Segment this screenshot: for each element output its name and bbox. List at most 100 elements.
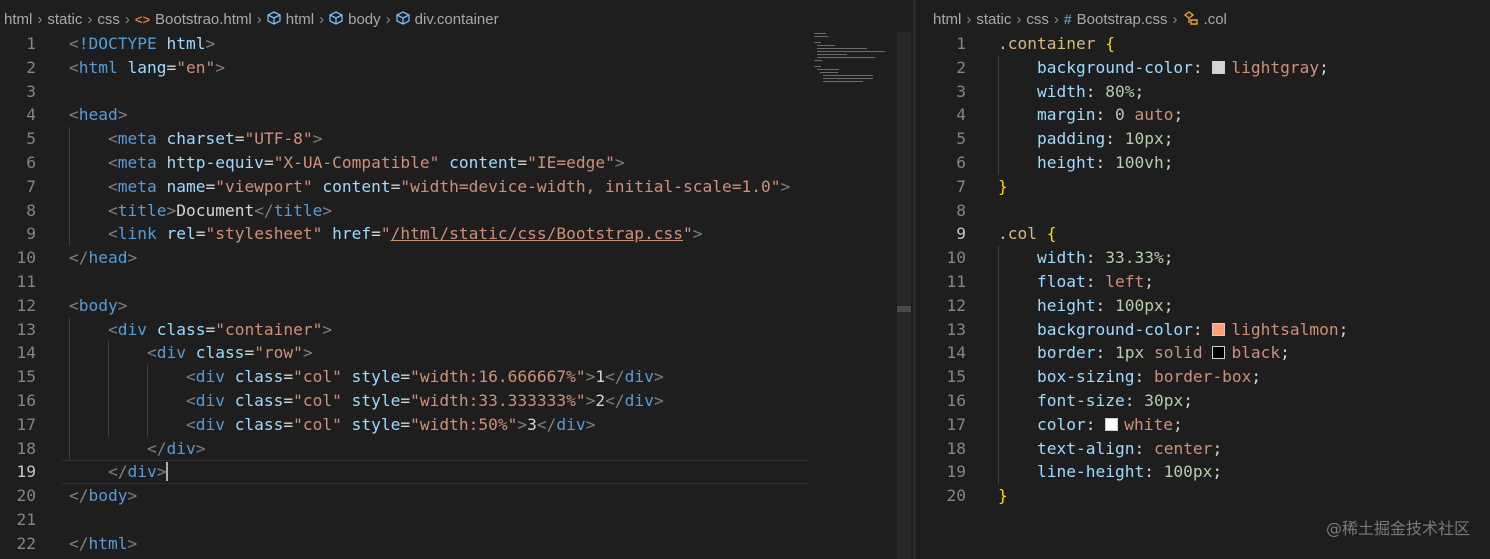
code-line[interactable]: 13 background-color: lightsalmon; [916, 318, 1490, 342]
css-code-editor[interactable]: 1 .container {2 background-color: lightgr… [916, 32, 1490, 559]
code-line[interactable]: 1 <!DOCTYPE html> [0, 32, 913, 56]
breadcrumb-label: div.container [414, 10, 499, 28]
code-line[interactable]: 4 <head> [0, 103, 913, 127]
code-line[interactable]: 11 [0, 270, 913, 294]
code-line[interactable]: 12 <body> [0, 294, 913, 318]
code-token: < [107, 129, 118, 149]
code-line[interactable]: 16 <div class="col" style="width:33.3333… [0, 389, 913, 413]
html-editor-pane[interactable]: html › static › css › <> Bootstrao.html › html › bo… [0, 0, 913, 559]
code-line[interactable]: 18 text-align: center; [916, 437, 1490, 461]
color-swatch[interactable] [1212, 346, 1226, 360]
code-line[interactable]: 8 [916, 199, 1490, 223]
code-line[interactable]: 6 <meta http-equiv="X-UA-Compatible" con… [0, 151, 913, 175]
css-breadcrumb-item[interactable]: # Bootstrap.css [1064, 11, 1168, 28]
html-code-editor[interactable]: 1 <!DOCTYPE html> 2 <html lang="en"> 3 4 <head… [0, 32, 913, 559]
code-token: meta [117, 153, 167, 172]
code-token: ; [1183, 391, 1193, 410]
code-line[interactable]: 10 </head> [0, 246, 913, 270]
code-line[interactable]: 15 box-sizing: border-box; [916, 365, 1490, 389]
line-number: 13 [16, 319, 37, 339]
line-number: 3 [26, 81, 36, 101]
code-line[interactable]: 21 [0, 508, 913, 532]
html-breadcrumb-item[interactable]: html [267, 11, 314, 28]
code-token: lightsalmon [1231, 319, 1339, 339]
breadcrumb-label: Bootstrap.css [1076, 10, 1168, 28]
css-editor-pane[interactable]: html › static › css › # Bootstrap.css › .col 1 .co… [916, 0, 1490, 559]
code-token: = [371, 224, 381, 244]
code-line[interactable]: 5 padding: 10px; [916, 127, 1490, 151]
code-token: </ [536, 414, 557, 434]
code-line[interactable]: 19 line-height: 100px; [916, 460, 1490, 484]
code-line[interactable]: 5 <meta charset="UTF-8"> [0, 127, 913, 151]
code-token: : [1085, 248, 1106, 268]
code-line[interactable]: 18 </div> [0, 437, 913, 461]
html-breadcrumb-item[interactable]: <> Bootstrao.html [135, 11, 252, 28]
code-line[interactable]: 15 <div class="col" style="width:16.6666… [0, 365, 913, 389]
code-token: background-color [1036, 57, 1193, 77]
code-token: html [78, 57, 128, 77]
code-token: < [107, 200, 118, 220]
code-token: } [998, 176, 1008, 196]
vertical-scrollbar[interactable] [897, 32, 911, 559]
css-breadcrumb-item[interactable]: .col [1183, 11, 1227, 28]
color-swatch[interactable] [1212, 322, 1226, 336]
code-line[interactable]: 12 height: 100px; [916, 294, 1490, 318]
code-token: style [351, 414, 401, 434]
code-line[interactable]: 3 [0, 80, 913, 104]
code-line[interactable]: 20} [916, 484, 1490, 508]
code-line[interactable]: 3 width: 80%; [916, 80, 1490, 104]
breadcrumb-label: html [4, 10, 33, 28]
code-line[interactable]: 9 .col { [916, 222, 1490, 246]
html-breadcrumb-item[interactable]: static [47, 11, 82, 28]
minimap[interactable] [814, 33, 885, 83]
code-line[interactable]: 8 <title>Document</title> [0, 199, 913, 223]
code-line[interactable]: 19 </div> [0, 460, 913, 485]
code-line[interactable]: 6 height: 100vh; [916, 151, 1490, 175]
html-breadcrumb-item[interactable]: html [4, 11, 32, 28]
scrollbar-thumb[interactable] [897, 306, 911, 312]
code-token: > [692, 224, 703, 244]
color-swatch[interactable] [1212, 60, 1226, 74]
code-line[interactable]: 2 <html lang="en"> [0, 56, 913, 80]
code-line[interactable]: 16 font-size: 30px; [916, 389, 1490, 413]
code-line[interactable]: 14 <div class="row"> [0, 341, 913, 365]
code-line[interactable]: 20 </body> [0, 484, 913, 508]
code-token: > [312, 129, 323, 149]
code-line[interactable]: 11 float: left; [916, 270, 1490, 294]
code-line[interactable]: 22 </html> [0, 532, 913, 556]
code-token: body [78, 295, 118, 315]
code-line[interactable]: 9 <link rel="stylesheet" href="/html/sta… [0, 222, 913, 246]
code-line[interactable]: 2 background-color: lightgray; [916, 56, 1490, 80]
css-breadcrumb-item[interactable]: css [1026, 11, 1049, 28]
code-line[interactable]: 1 .container { [916, 32, 1490, 56]
code-line[interactable]: 13 <div class="container"> [0, 318, 913, 342]
code-token: "viewport" [215, 176, 323, 196]
code-line[interactable]: 7} [916, 175, 1490, 199]
line-number: 10 [946, 248, 967, 268]
css-breadcrumb-item[interactable]: html [933, 11, 961, 28]
css-breadcrumb-item[interactable]: static [976, 11, 1011, 28]
code-token: line-height [1036, 462, 1145, 482]
line-number: 7 [956, 176, 966, 196]
code-line[interactable]: 7 <meta name="viewport" content="width=d… [0, 175, 913, 199]
code-text: .container { [998, 32, 1115, 56]
line-number: 2 [956, 57, 966, 77]
html-breadcrumb-item[interactable]: div.container [395, 10, 499, 28]
code-token: < [107, 153, 118, 172]
code-token: font-size [1036, 391, 1125, 410]
color-swatch[interactable] [1105, 417, 1119, 431]
code-line[interactable]: 10 width: 33.33%; [916, 246, 1490, 270]
html-breadcrumb-item[interactable]: css [97, 11, 120, 28]
code-line[interactable]: 14 border: 1px solid black; [916, 341, 1490, 365]
html-breadcrumb-item[interactable]: body [329, 11, 381, 28]
code-line[interactable]: 17 <div class="col" style="width:50%">3<… [0, 413, 913, 437]
code-line[interactable]: 17 color: white; [916, 413, 1490, 437]
code-token: "width:33.333333%" [410, 391, 586, 410]
code-text: color: white; [998, 413, 1183, 437]
code-line[interactable]: 4 margin: 0 auto; [916, 103, 1490, 127]
line-number: 1 [956, 34, 966, 53]
